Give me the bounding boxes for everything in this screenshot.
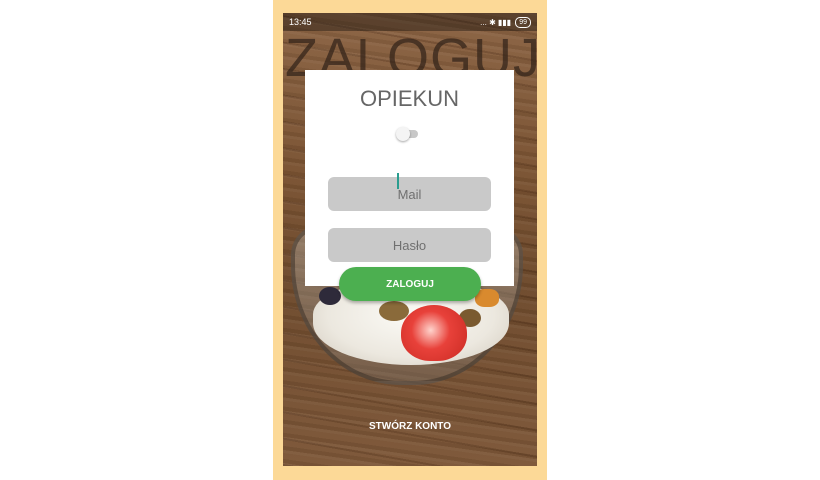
blueberry-image [319, 287, 341, 305]
status-indicators: ... ✱ ▮▮▮ 99 [480, 16, 531, 28]
login-button[interactable]: ZALOGUJ [339, 267, 481, 301]
password-input[interactable] [328, 228, 491, 262]
signal-icons: ... ✱ ▮▮▮ [480, 17, 512, 27]
status-time: 13:45 [289, 17, 312, 27]
phone-screen: 13:45 ... ✱ ▮▮▮ 99 ZALOGUJ OPIEKUN ZALOG… [283, 13, 537, 466]
battery-icon: 99 [515, 16, 531, 28]
strawberry-image [401, 305, 467, 361]
toggle-thumb [396, 127, 410, 141]
role-title: OPIEKUN [359, 86, 460, 111]
create-account-link[interactable]: STWÓRZ KONTO [283, 421, 537, 432]
login-card: OPIEKUN [305, 70, 514, 286]
text-cursor [397, 173, 399, 189]
role-toggle-switch[interactable] [396, 127, 420, 141]
mail-input[interactable] [328, 177, 491, 211]
